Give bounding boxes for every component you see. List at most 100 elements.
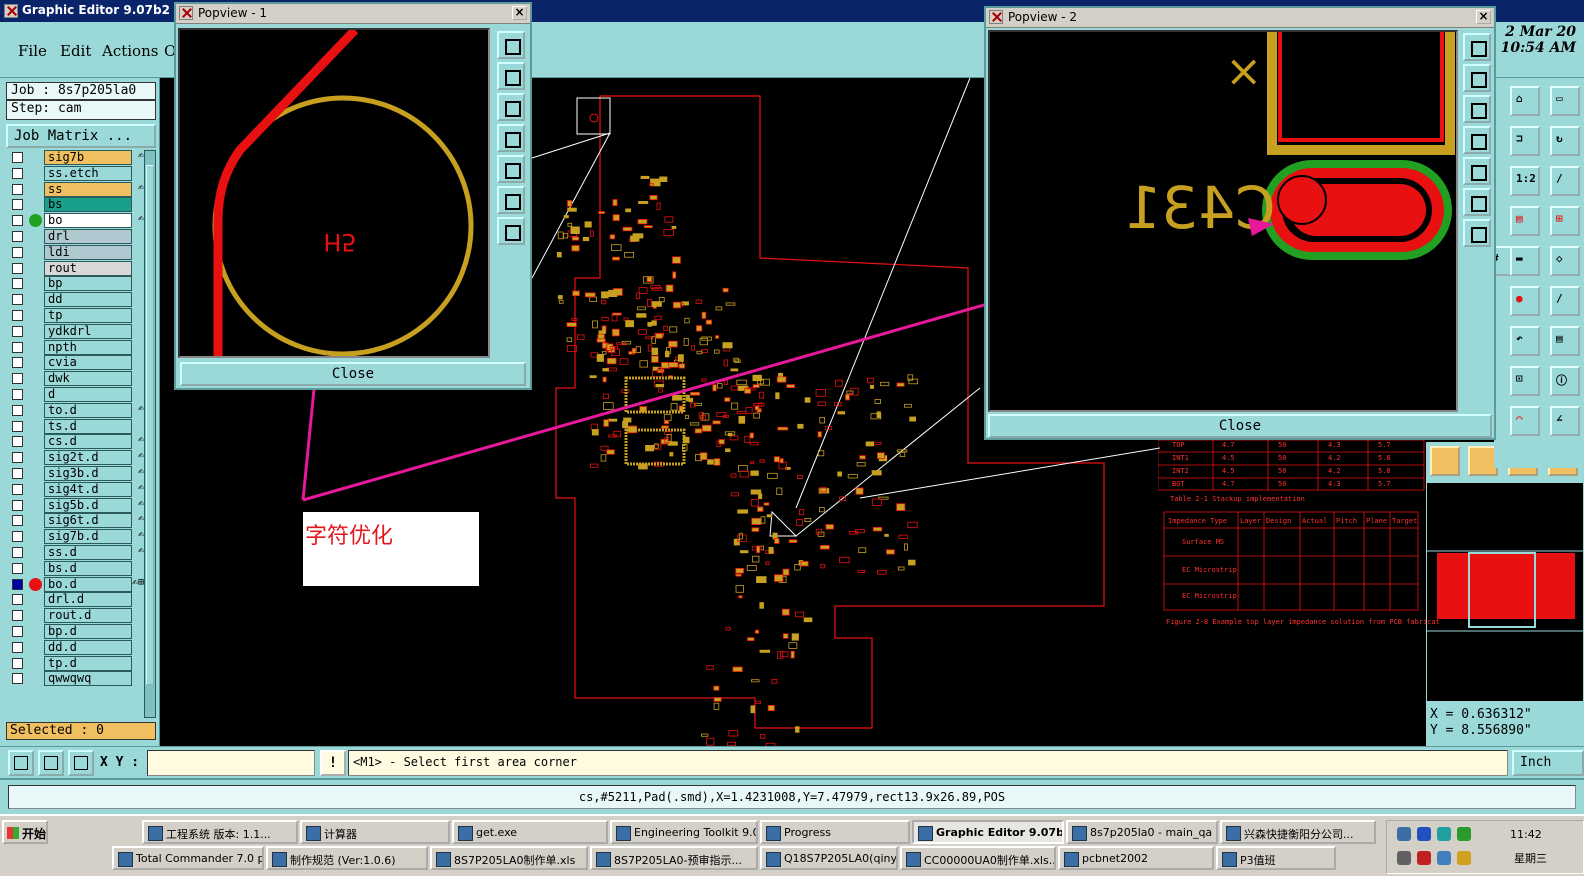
unit-toggle[interactable]: Inch: [1512, 750, 1584, 776]
layer-row[interactable]: tp.d: [6, 655, 146, 672]
layer-row[interactable]: ts.d: [6, 418, 146, 435]
layer-checkbox[interactable]: [12, 483, 23, 495]
layer-checkbox[interactable]: [12, 246, 23, 258]
layer-checkbox[interactable]: [12, 673, 23, 685]
layer-row[interactable]: bs.d: [6, 560, 146, 577]
pan-left-tool[interactable]: [1463, 126, 1491, 154]
layer-checkbox[interactable]: [12, 262, 23, 274]
alert-button[interactable]: !: [320, 750, 346, 776]
tray-printer-icon[interactable]: [1397, 851, 1411, 865]
pan-down-tool[interactable]: [1463, 95, 1491, 123]
layer-checkbox[interactable]: [12, 657, 23, 669]
layer-name[interactable]: sig5b.d: [44, 497, 132, 513]
layer-row[interactable]: sig3b.d ✍: [6, 465, 146, 482]
layer-name[interactable]: drl: [44, 228, 132, 244]
report-icon[interactable]: ▤: [1550, 326, 1580, 356]
menu-actions[interactable]: Actions: [102, 42, 158, 60]
start-button[interactable]: 开始: [2, 820, 48, 844]
layer-checkbox[interactable]: [12, 452, 23, 464]
menu-file[interactable]: File: [18, 42, 47, 60]
layer-name[interactable]: d: [44, 386, 132, 402]
layer-checkbox[interactable]: [12, 562, 23, 574]
tray-monitor-icon[interactable]: [1437, 851, 1451, 865]
layer-row[interactable]: sig4t.d ✍: [6, 481, 146, 498]
tray-network-icon[interactable]: [1397, 827, 1411, 841]
layer-row[interactable]: sig7b ✍: [6, 150, 146, 166]
layer-row[interactable]: ss.d ✍: [6, 544, 146, 561]
popview-1-view[interactable]: H5: [178, 28, 490, 358]
zoom-in-tool[interactable]: [497, 31, 525, 59]
layer-checkbox[interactable]: [12, 499, 23, 511]
pan-up-tool[interactable]: [1463, 64, 1491, 92]
layer-checkbox[interactable]: [12, 309, 23, 321]
layer-row[interactable]: sig6t.d ✍: [6, 513, 146, 529]
layer-row[interactable]: cs.d ✍: [6, 434, 146, 450]
layer-row[interactable]: dd.d: [6, 639, 146, 656]
layer-name[interactable]: ss.d: [44, 544, 132, 560]
layer-row[interactable]: bp.d: [6, 623, 146, 640]
taskbar-task[interactable]: 计算器: [300, 820, 450, 844]
pan-right-tool[interactable]: [1463, 157, 1491, 185]
layer-row[interactable]: dwk: [6, 371, 146, 387]
taskbar-task[interactable]: 兴森快捷衡阳分公司...: [1220, 820, 1376, 844]
layer-checkbox[interactable]: [12, 278, 23, 290]
taskbar-task[interactable]: 工程系统 版本: 1.1...: [142, 820, 298, 844]
pan-up-tool[interactable]: [497, 62, 525, 90]
tray-bluetooth-icon[interactable]: [1417, 827, 1431, 841]
zoom-fit-tool[interactable]: [1463, 188, 1491, 216]
scroll-thumb[interactable]: [146, 165, 154, 685]
layer-row[interactable]: bo.d ✍⊞: [6, 576, 146, 593]
popview-1-close-x[interactable]: ×: [512, 6, 527, 20]
layer-row[interactable]: bp: [6, 276, 146, 292]
layer-checkbox[interactable]: [12, 183, 23, 195]
taskbar-task[interactable]: Total Commander 7.0 pu...: [112, 846, 264, 870]
popview-2-view[interactable]: C431 ×: [988, 30, 1458, 412]
layer-name[interactable]: bp.d: [44, 623, 132, 639]
layer-name[interactable]: rout: [44, 260, 132, 276]
layer-name[interactable]: qwwqwq: [44, 671, 132, 687]
tray-volume-icon[interactable]: [1457, 851, 1471, 865]
info-icon[interactable]: ⓘ: [1550, 366, 1580, 396]
popview-2-close-x[interactable]: ×: [1476, 10, 1491, 24]
layer-row[interactable]: ldi: [6, 244, 146, 261]
layer-row[interactable]: cvia: [6, 355, 146, 371]
zoom-in-tool[interactable]: [1463, 33, 1491, 61]
layer-checkbox[interactable]: [12, 531, 23, 543]
ruler-icon[interactable]: ▬: [1510, 246, 1540, 276]
layer-checkbox[interactable]: [12, 294, 23, 306]
job-matrix-button[interactable]: Job Matrix ...: [6, 124, 156, 148]
layer-checkbox[interactable]: [12, 515, 23, 527]
layer-checkbox[interactable]: [12, 357, 23, 369]
layer-checkbox[interactable]: [12, 436, 23, 448]
layer-name[interactable]: ss: [44, 181, 132, 197]
layer-stack-icon[interactable]: ▤: [1510, 206, 1540, 236]
layer-checkbox[interactable]: [12, 388, 23, 400]
layer-row[interactable]: ss ✍: [6, 181, 146, 198]
layer-name[interactable]: sig2t.d: [44, 450, 132, 466]
layer-name[interactable]: dd.d: [44, 639, 132, 655]
layer-checkbox[interactable]: [12, 215, 23, 227]
pan-right-tool[interactable]: [497, 155, 525, 183]
layer-name[interactable]: cs.d: [44, 434, 132, 450]
xy-input[interactable]: [147, 750, 315, 776]
undo-icon[interactable]: ↶: [1510, 326, 1540, 356]
layer-checkbox[interactable]: [12, 594, 23, 606]
layer-row[interactable]: d: [6, 386, 146, 403]
layer-checkbox[interactable]: [12, 467, 23, 479]
layer-row[interactable]: npth: [6, 339, 146, 356]
layer-checkbox[interactable]: [12, 420, 23, 432]
layer-scrollbar[interactable]: [144, 150, 156, 718]
popview-2-close-button[interactable]: Close: [988, 414, 1492, 438]
select-arrow-icon[interactable]: [1430, 446, 1460, 476]
layer-name[interactable]: ts.d: [44, 418, 132, 434]
layer-row[interactable]: ss.etch: [6, 165, 146, 182]
menu-edit[interactable]: Edit: [60, 42, 91, 60]
slash-icon[interactable]: /: [1550, 166, 1580, 196]
layer-row[interactable]: sig2t.d ✍: [6, 450, 146, 466]
layer-checkbox[interactable]: [12, 625, 23, 637]
popview-1-titlebar[interactable]: Popview - 1 ×: [176, 4, 530, 24]
taskbar-task[interactable]: 8S7P205LA0-预审指示...: [590, 846, 758, 870]
arc-icon[interactable]: ⌒: [1510, 406, 1540, 436]
layer-name[interactable]: ldi: [44, 244, 132, 260]
angle-icon[interactable]: ∠: [1550, 406, 1580, 436]
